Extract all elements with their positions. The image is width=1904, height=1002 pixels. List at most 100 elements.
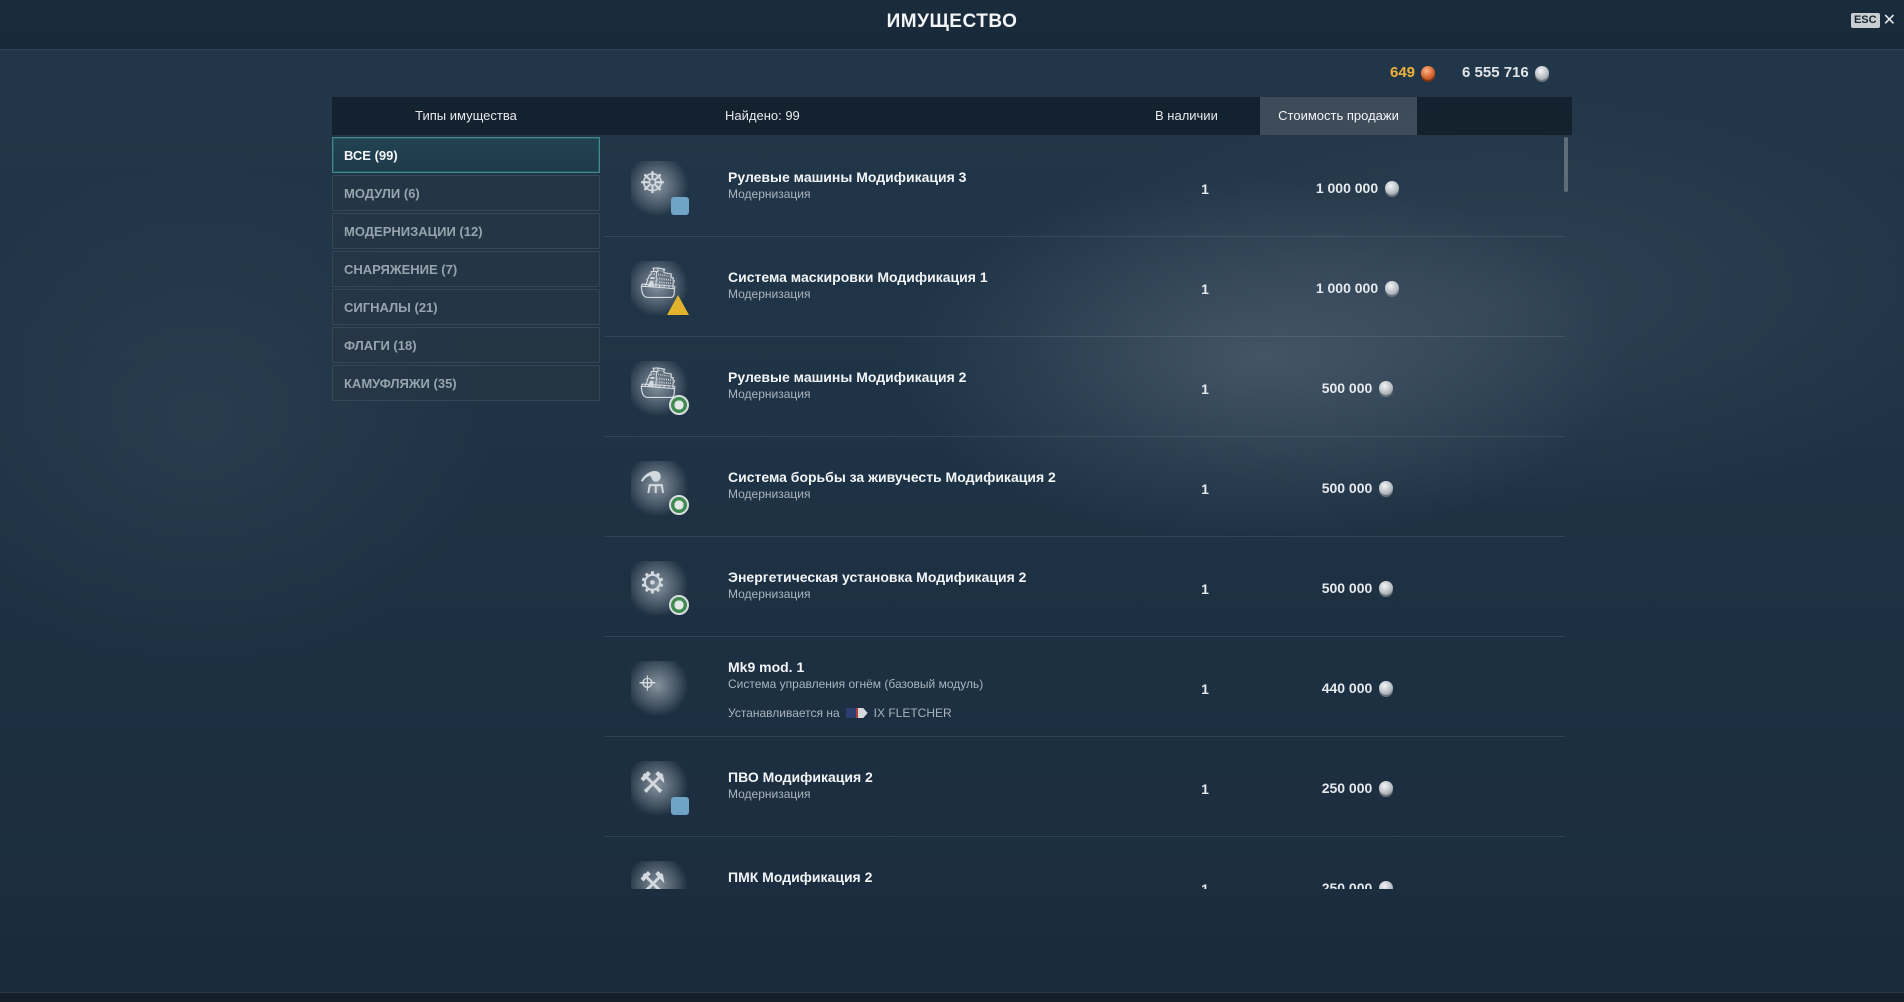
- item-sale-price: 440 000: [1245, 680, 1470, 696]
- category-item[interactable]: ФЛАГИ (18): [332, 327, 600, 363]
- mount-ship-name: IX FLETCHER: [873, 706, 952, 720]
- nation-flag-icon: [845, 708, 868, 718]
- item-title: Система борьбы за живучесть Модификация …: [728, 469, 1056, 485]
- fire-control-icon: ⌖: [631, 661, 689, 715]
- price-value: 1 000 000: [1315, 280, 1379, 296]
- inventory-row[interactable]: ☸ Рулевые машины Модификация 3 Модернизаци…: [605, 137, 1565, 237]
- secondary-guns-icon: ⚒: [631, 861, 689, 889]
- icon-glyph: ☸: [639, 167, 666, 200]
- item-subtitle: Модернизация: [728, 487, 811, 501]
- icon-glyph: ⚒: [639, 767, 666, 800]
- item-subtitle: Модернизация: [728, 787, 811, 801]
- inventory-row[interactable]: ⛴ Система маскировки Модификация 1 Модерни…: [605, 237, 1565, 337]
- item-mount-info: Устанавливается на IX FLETCHER: [728, 706, 952, 720]
- item-subtitle: Система управления огнём (базовый модуль…: [728, 677, 984, 691]
- item-title: ПВО Модификация 2: [728, 769, 873, 785]
- credits-coin-icon: [1379, 381, 1394, 395]
- close-icon[interactable]: ✕: [1883, 12, 1896, 28]
- credits-coin-icon: [1379, 481, 1394, 495]
- clock-badge-icon: [669, 595, 689, 615]
- inventory-row[interactable]: ⚒ ПВО Модификация 2 Модернизация 1 250 000: [605, 737, 1565, 837]
- table-header: Типы имущества Найдено: 99 В наличии Сто…: [332, 97, 1572, 135]
- credits-coin-icon: [1379, 581, 1394, 595]
- credits-coin-icon: [1379, 881, 1394, 889]
- credits-amount: 6 555 716: [1462, 64, 1529, 81]
- header-found-count: Найдено: 99: [725, 108, 800, 123]
- item-sale-price: 500 000: [1245, 380, 1470, 396]
- item-sale-price: 250 000: [1245, 880, 1470, 889]
- inventory-row[interactable]: ⚗ Система борьбы за живучесть Модификация…: [605, 437, 1565, 537]
- credits-coin-icon: [1379, 681, 1394, 695]
- category-sidebar: ВСЕ (99) МОДУЛИ (6) МОДЕРНИЗАЦИИ (12) СНАРЯ…: [332, 137, 600, 403]
- doubloon-icon: [1421, 65, 1436, 80]
- mount-label: Устанавливается на: [728, 706, 840, 720]
- icon-glyph: ⛴: [639, 367, 678, 400]
- price-value: 500 000: [1321, 580, 1373, 596]
- item-quantity: 1: [1201, 181, 1209, 197]
- item-sale-price: 250 000: [1245, 780, 1470, 796]
- item-quantity: 1: [1201, 681, 1209, 697]
- inventory-row[interactable]: ⚙ Энергетическая установка Модификация 2 М…: [605, 537, 1565, 637]
- price-value: 250 000: [1321, 780, 1373, 796]
- header-sale-price-sort[interactable]: Стоимость продажи: [1260, 97, 1417, 135]
- item-sale-price: 500 000: [1245, 480, 1470, 496]
- item-quantity: 1: [1201, 881, 1209, 889]
- close-button[interactable]: ESC ✕: [1850, 12, 1896, 28]
- damage-control-icon: ⚗: [631, 461, 689, 515]
- price-value: 500 000: [1321, 480, 1373, 496]
- item-quantity: 1: [1201, 281, 1209, 297]
- header-in-stock-sort[interactable]: В наличии: [1155, 97, 1255, 135]
- warn-badge-icon: [667, 295, 689, 315]
- propulsion-icon: ⚙: [631, 561, 689, 615]
- credits-coin-icon: [1379, 781, 1394, 795]
- item-quantity: 1: [1201, 381, 1209, 397]
- arrow-badge-icon: [671, 197, 689, 215]
- header-property-types: Типы имущества: [415, 108, 517, 123]
- price-value: 440 000: [1321, 680, 1373, 696]
- scrollbar-thumb[interactable]: [1564, 137, 1568, 192]
- items-list[interactable]: ☸ Рулевые машины Модификация 3 Модернизаци…: [605, 137, 1565, 889]
- category-item[interactable]: МОДЕРНИЗАЦИИ (12): [332, 213, 600, 249]
- steering-ship-icon: ⛴: [631, 361, 689, 415]
- category-item[interactable]: КАМУФЛЯЖИ (35): [332, 365, 600, 401]
- item-title: Рулевые машины Модификация 3: [728, 169, 967, 185]
- item-quantity: 1: [1201, 481, 1209, 497]
- item-sale-price: 1 000 000: [1245, 280, 1470, 296]
- credits-coin-icon: [1385, 181, 1400, 195]
- item-subtitle: Модернизация: [728, 887, 810, 889]
- category-item[interactable]: МОДУЛИ (6): [332, 175, 600, 211]
- item-sale-price: 500 000: [1245, 580, 1470, 596]
- clock-badge-icon: [669, 495, 689, 515]
- inventory-row[interactable]: ⚒ ПМК Модификация 2 Модернизация 1 250 000: [605, 837, 1565, 889]
- icon-glyph: ⌖: [639, 667, 656, 700]
- credits-balance: 6 555 716: [1462, 64, 1549, 81]
- item-title: Энергетическая установка Модификация 2: [728, 569, 1027, 585]
- item-title: Система маскировки Модификация 1: [728, 269, 988, 285]
- price-value: 1 000 000: [1315, 180, 1379, 196]
- price-value: 250 000: [1321, 880, 1373, 889]
- inventory-row[interactable]: ⛴ Рулевые машины Модификация 2 Модернизаци…: [605, 337, 1565, 437]
- item-subtitle: Модернизация: [728, 587, 811, 601]
- item-title: ПМК Модификация 2: [728, 869, 873, 885]
- esc-key-badge[interactable]: ESC: [1850, 13, 1880, 28]
- page-title: ИМУЩЕСТВО: [886, 11, 1018, 32]
- category-item[interactable]: ВСЕ (99): [332, 137, 600, 173]
- arrow-badge-icon: [671, 797, 689, 815]
- title-bar: ИМУЩЕСТВО ESC ✕: [0, 0, 1904, 50]
- category-item[interactable]: СИГНАЛЫ (21): [332, 289, 600, 325]
- list-scrollbar[interactable]: [1564, 137, 1569, 889]
- icon-glyph: ⚗: [639, 467, 666, 500]
- icon-glyph: ⚒: [639, 867, 666, 889]
- category-item[interactable]: СНАРЯЖЕНИЕ (7): [332, 251, 600, 287]
- icon-glyph: ⚙: [639, 567, 666, 600]
- aa-guns-icon: ⚒: [631, 761, 689, 815]
- item-title: Mk9 mod. 1: [728, 659, 805, 675]
- price-value: 500 000: [1321, 380, 1373, 396]
- item-sale-price: 1 000 000: [1245, 180, 1470, 196]
- item-quantity: 1: [1201, 581, 1209, 597]
- credits-coin-icon: [1534, 65, 1549, 80]
- ship-wheel-icon: ☸: [631, 161, 689, 215]
- bottom-bar: [0, 992, 1904, 1002]
- camouflage-ship-icon: ⛴: [631, 261, 689, 315]
- inventory-row[interactable]: ⌖ Mk9 mod. 1 Система управления огнём (баз…: [605, 637, 1565, 737]
